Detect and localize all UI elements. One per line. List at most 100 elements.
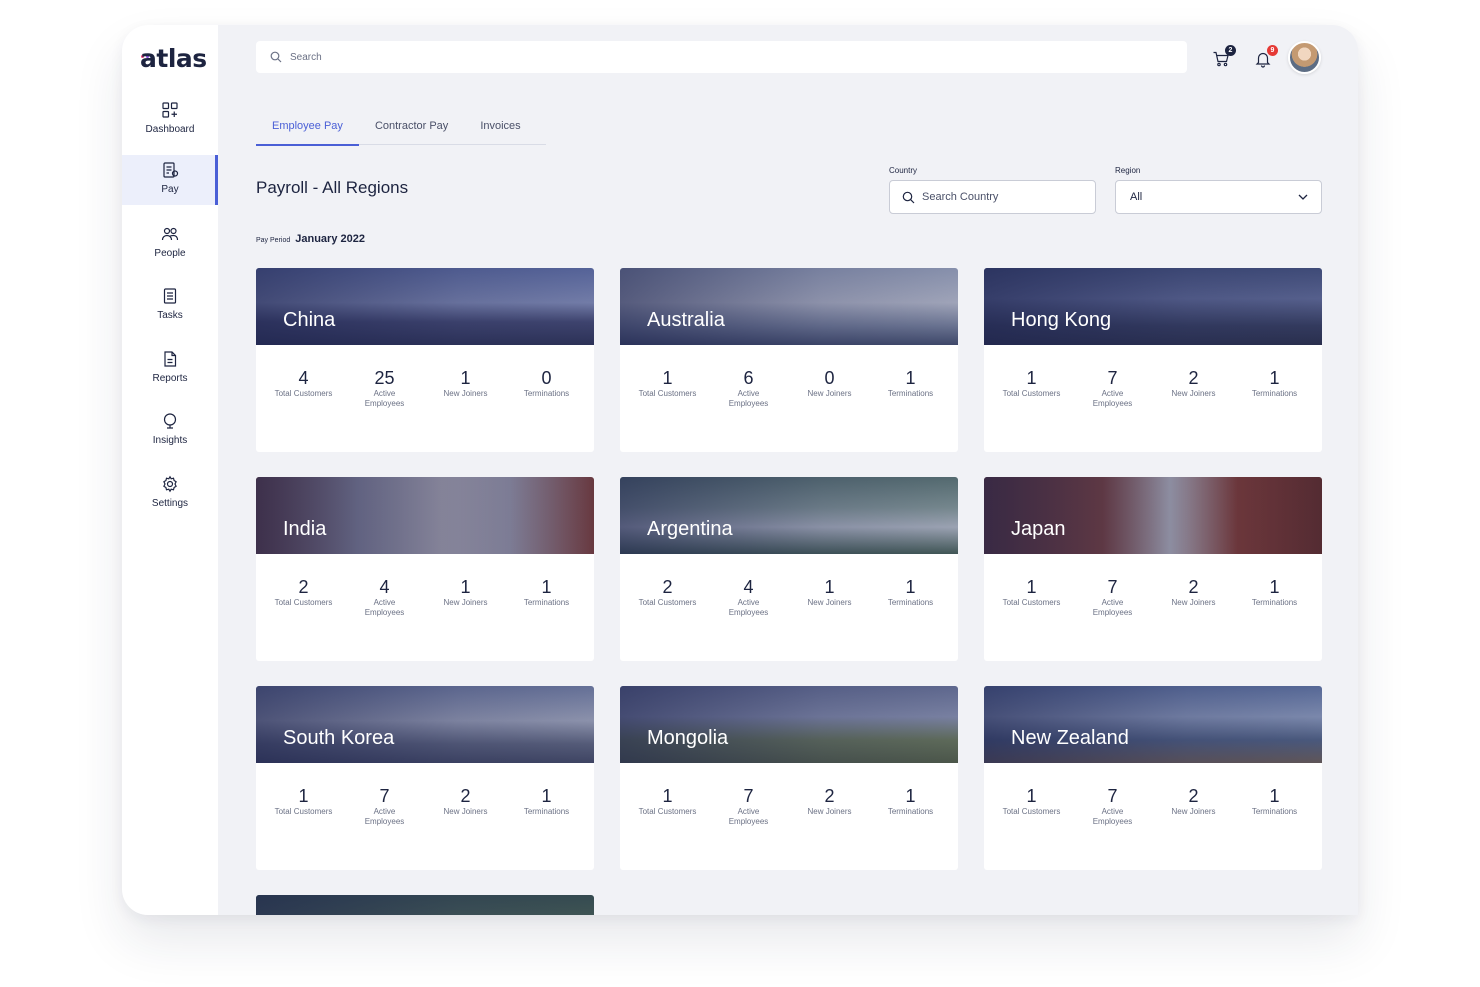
atlas-logo[interactable]: atlas	[140, 45, 207, 73]
card-banner: India	[256, 477, 594, 554]
sidebar-item-label: Tasks	[157, 310, 183, 321]
country-card-china[interactable]: China 4 Total Customers 25 Active Employees 1…	[256, 268, 594, 452]
stat-terminations: 0 Terminations	[506, 367, 587, 409]
card-banner: Japan	[984, 477, 1322, 554]
stat-value: 1	[1269, 786, 1280, 806]
stat-label: Active Employees	[728, 389, 769, 408]
stat-total-customers: 2 Total Customers	[263, 576, 344, 618]
country-card-mongolia[interactable]: Mongolia 1 Total Customers 7 Active Employee…	[620, 686, 958, 870]
stat-label: Active Employees	[364, 598, 405, 617]
stat-label: Terminations	[1251, 598, 1298, 607]
country-name: Mongolia	[647, 727, 729, 749]
country-card-japan[interactable]: Japan 1 Total Customers 7 Active Employees 2 N…	[984, 477, 1322, 661]
country-card-australia[interactable]: Australia 1 Total Customers 6 Active Employe…	[620, 268, 958, 452]
card-banner: Hong Kong	[984, 268, 1322, 345]
stat-total-customers: 1 Total Customers	[991, 785, 1072, 827]
stat-value: 4	[379, 577, 390, 597]
stat-label: Total Customers	[1002, 598, 1061, 607]
banner-overlay	[620, 268, 958, 345]
country-card-partial[interactable]	[256, 895, 594, 915]
sidebar-item-label: Dashboard	[145, 124, 195, 135]
cart-button[interactable]: 2	[1212, 45, 1236, 70]
country-search-input[interactable]	[922, 191, 1082, 203]
country-search-field[interactable]	[889, 180, 1096, 214]
sidebar-item-pay[interactable]: Pay	[122, 155, 218, 205]
sidebar-item-reports[interactable]: Reports	[122, 344, 218, 396]
banner-overlay	[256, 895, 594, 915]
card-stats: 2 Total Customers 4 Active Employees 1 New Jo…	[620, 554, 958, 618]
stat-label: Active Employees	[1092, 807, 1133, 826]
stat-total-customers: 2 Total Customers	[627, 576, 708, 618]
country-card-new-zealand[interactable]: New Zealand 1 Total Customers 7 Active Emplo…	[984, 686, 1322, 870]
banner-overlay	[984, 268, 1322, 345]
stat-label: Active Employees	[364, 807, 405, 826]
stat-new-joiners: 2 New Joiners	[1153, 576, 1234, 618]
stat-total-customers: 1 Total Customers	[991, 367, 1072, 409]
people-icon	[161, 225, 179, 243]
card-banner: Mongolia	[620, 686, 958, 763]
stat-total-customers: 1 Total Customers	[991, 576, 1072, 618]
stat-label: Total Customers	[274, 598, 333, 607]
sidebar-item-people[interactable]: People	[122, 219, 218, 271]
stat-label: Total Customers	[274, 389, 333, 398]
stat-label: New Joiners	[807, 598, 852, 607]
search-icon	[902, 191, 915, 203]
country-card-hong-kong[interactable]: Hong Kong 1 Total Customers 7 Active Employe…	[984, 268, 1322, 452]
card-stats: 1 Total Customers 7 Active Employees 2 New Jo…	[984, 554, 1322, 618]
chevron-down-icon	[1298, 194, 1308, 200]
stat-label: Terminations	[523, 389, 570, 398]
notifications-button[interactable]: 9	[1254, 45, 1278, 70]
stat-new-joiners: 2 New Joiners	[1153, 785, 1234, 827]
stat-total-customers: 1 Total Customers	[627, 785, 708, 827]
card-stats: 1 Total Customers 6 Active Employees 0 New Jo…	[620, 345, 958, 409]
search-input[interactable]	[290, 51, 1170, 63]
tab-invoices[interactable]: Invoices	[464, 115, 536, 145]
stat-value: 2	[1188, 368, 1199, 388]
sidebar-item-label: People	[154, 248, 186, 259]
stat-value: 1	[1026, 786, 1037, 806]
tab-employee-pay[interactable]: Employee Pay	[256, 115, 359, 146]
card-stats: 1 Total Customers 7 Active Employees 2 New Jo…	[620, 763, 958, 827]
pay-period-label: Pay Period	[256, 237, 291, 244]
region-select[interactable]: All	[1115, 180, 1322, 214]
sidebar-item-settings[interactable]: Settings	[122, 469, 218, 521]
country-card-argentina[interactable]: Argentina 2 Total Customers 4 Active Employe…	[620, 477, 958, 661]
tab-contractor-pay[interactable]: Contractor Pay	[359, 115, 464, 145]
sidebar-item-insights[interactable]: Insights	[122, 406, 218, 458]
stat-value: 1	[541, 577, 552, 597]
sidebar-item-label: Pay	[161, 184, 179, 195]
sidebar-item-dashboard[interactable]: Dashboard	[122, 95, 218, 147]
stat-value: 7	[743, 786, 754, 806]
stat-label: Active Employees	[1092, 598, 1133, 617]
user-avatar[interactable]	[1288, 41, 1321, 74]
stat-label: Terminations	[1251, 807, 1298, 816]
stat-label: New Joiners	[1171, 598, 1216, 607]
notification-count-badge: 9	[1267, 45, 1278, 56]
stat-terminations: 1 Terminations	[870, 785, 951, 827]
sidebar-item-label: Reports	[152, 373, 188, 384]
stat-new-joiners: 1 New Joiners	[425, 576, 506, 618]
stat-new-joiners: 0 New Joiners	[789, 367, 870, 409]
gear-icon	[161, 475, 179, 493]
country-name: Japan	[1011, 518, 1066, 540]
global-search[interactable]	[256, 41, 1187, 73]
stat-active-employees: 7 Active Employees	[344, 785, 425, 827]
stat-label: Terminations	[523, 598, 570, 607]
tasks-icon	[161, 287, 179, 305]
pay-period-value: January 2022	[295, 233, 365, 245]
insights-icon	[161, 412, 179, 430]
stat-active-employees: 25 Active Employees	[344, 367, 425, 409]
country-card-india[interactable]: India 2 Total Customers 4 Active Employees 1 N…	[256, 477, 594, 661]
stat-label: New Joiners	[443, 807, 488, 816]
stat-terminations: 1 Terminations	[1234, 367, 1315, 409]
sidebar-item-tasks[interactable]: Tasks	[122, 281, 218, 333]
stat-label: Active Employees	[728, 598, 769, 617]
stat-label: New Joiners	[1171, 389, 1216, 398]
stat-value: 7	[1107, 368, 1118, 388]
stat-terminations: 1 Terminations	[1234, 576, 1315, 618]
page-title: Payroll - All Regions	[256, 178, 409, 197]
country-card-south-korea[interactable]: South Korea 1 Total Customers 7 Active Emplo…	[256, 686, 594, 870]
sidebar: atlas Dashboard Pay People Tasks Reports…	[122, 25, 218, 915]
stat-new-joiners: 2 New Joiners	[1153, 367, 1234, 409]
stat-label: New Joiners	[807, 389, 852, 398]
